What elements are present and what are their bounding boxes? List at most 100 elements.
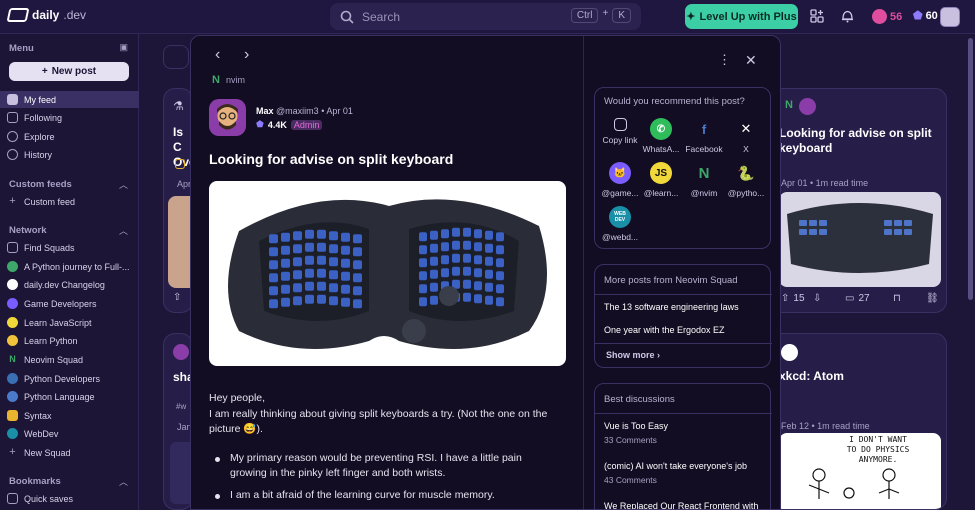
sidebar-item-following[interactable]: Following [0, 109, 139, 126]
sidebar-item-find-squads[interactable]: Find Squads [0, 239, 139, 256]
feed-settings-button[interactable] [163, 45, 189, 69]
discussion-item[interactable]: (comic) AI won't take everyone's job 43 … [595, 461, 772, 485]
next-post-icon[interactable]: › [244, 46, 249, 64]
feed-card-left-2[interactable]: sha #w Jan [163, 333, 193, 510]
post-image[interactable] [209, 181, 566, 366]
upvote-button[interactable]: ⇧ 15 [781, 293, 805, 304]
search-placeholder: Search [362, 9, 401, 24]
sidebar-item-python-language[interactable]: Python Language [0, 388, 139, 405]
post-date: Apr 01 [326, 106, 353, 116]
sidebar-item-custom-feed[interactable]: + Custom feed [0, 193, 139, 210]
divider [595, 294, 772, 295]
feed-card-meta: Feb 12 • 1m read time [781, 421, 870, 431]
sidebar-item-my-feed[interactable]: My feed [0, 91, 139, 108]
sidebar-item-new-squad[interactable]: + New Squad [0, 444, 139, 461]
link-icon[interactable]: ⛓ [926, 293, 939, 304]
share-squad-webdev[interactable]: WEB DEV @webd... [600, 206, 640, 242]
discussion-title: (comic) AI won't take everyone's job [604, 461, 747, 471]
author-avatar[interactable] [209, 99, 246, 136]
more-posts-heading: More posts from Neovim Squad [604, 275, 738, 286]
chevron-up-icon[interactable]: ︿ [119, 475, 128, 488]
more-post-link[interactable]: The 13 software engineering laws [595, 302, 772, 312]
share-squad-game[interactable]: 🐱 @game... [600, 162, 640, 198]
sidebar-item-explore[interactable]: Explore [0, 128, 139, 145]
sidebar-item-changelog[interactable]: daily.dev Changelog [0, 276, 139, 293]
best-discussions-box: Best discussions Vue is Too Easy 33 Comm… [594, 383, 772, 510]
close-icon[interactable]: ✕ [745, 52, 757, 69]
streak-counter[interactable]: 56 [872, 9, 902, 24]
chevron-right-icon: › [657, 350, 661, 360]
bookmark-icon[interactable]: ⊓ [893, 293, 901, 304]
share-squad-nvim[interactable]: N @nvim [684, 162, 724, 199]
divider [595, 413, 772, 414]
author-reputation: ⬟ 4.4K Admin [256, 119, 323, 130]
javascript-icon: JS [650, 162, 672, 184]
comments-button[interactable]: ▭ 27 [845, 293, 870, 304]
sidebar-item-python-developers[interactable]: Python Developers [0, 370, 139, 387]
neovim-icon: N [785, 99, 793, 111]
discussion-item[interactable]: Vue is Too Easy 33 Comments [595, 421, 772, 445]
neovim-icon: N [212, 74, 220, 86]
more-options-icon[interactable]: ⋮ [718, 52, 731, 68]
share-facebook[interactable]: f Facebook [684, 118, 724, 155]
new-post-button[interactable]: + New post [9, 62, 129, 81]
sidebar-item-learn-python[interactable]: Learn Python [0, 332, 139, 349]
squads-grid-icon[interactable] [807, 6, 827, 26]
xkcd-avatar [781, 344, 798, 361]
sidebar-item-learn-javascript[interactable]: Learn JavaScript [0, 314, 139, 331]
feed-card-right-2[interactable]: xkcd: Atom Feb 12 • 1m read time I DON'T… [770, 333, 947, 510]
squad-avatar [7, 298, 18, 309]
previous-post-icon[interactable]: ‹ [215, 46, 220, 64]
comic-image: I DON'T WANT TO DO PHYSICS ANYMORE. [779, 433, 941, 509]
squads-icon [7, 242, 18, 253]
upvote-icon[interactable]: ⇧ [173, 292, 181, 303]
feed-card-left[interactable]: ⚗ Is C Ove Apr ⇧ [163, 88, 193, 313]
whatsapp-icon: ✆ [650, 118, 672, 140]
discussion-title: We Replaced Our React Frontend with [604, 501, 759, 510]
share-x[interactable]: ✕ X [726, 118, 766, 154]
daily-dev-logo[interactable]: daily .dev [6, 8, 86, 22]
sidebar-item-webdev[interactable]: WebDev [0, 425, 139, 442]
search-bar[interactable]: Search Ctrl + K [330, 3, 641, 30]
discussion-comments: 33 Comments [604, 435, 657, 445]
squad-tag[interactable]: N nvim [212, 74, 245, 86]
chevron-up-icon[interactable]: ︿ [119, 224, 128, 237]
chevron-up-icon[interactable]: ︿ [119, 178, 128, 191]
sparkle-icon: ✦ [686, 11, 696, 23]
bell-icon[interactable] [837, 6, 857, 26]
separator-dot: • [321, 106, 325, 116]
post-bullet-2: I am a bit afraid of the learning curve … [215, 488, 560, 503]
share-copy-link[interactable]: Copy link [600, 118, 640, 145]
kbd-plus: + [602, 8, 609, 19]
share-squad-python[interactable]: 🐍 @pytho... [726, 162, 766, 199]
discussion-item[interactable]: We Replaced Our React Frontend with [595, 501, 772, 510]
flame-icon [872, 9, 887, 24]
sidebar-item-quick-saves[interactable]: Quick saves [0, 490, 139, 507]
collapse-sidebar-icon[interactable]: ▣ [119, 42, 128, 53]
share-squad-learn[interactable]: JS @learn... [641, 162, 681, 198]
more-post-link[interactable]: One year with the Ergodox EZ [595, 325, 772, 335]
compass-icon [7, 131, 18, 142]
feed-card-meta: Apr 01 • 1m read time [781, 178, 869, 188]
feed-card-right[interactable]: N Looking for advise on split keyboard A… [770, 88, 947, 313]
author-name[interactable]: Max [256, 106, 274, 116]
game-squad-icon: 🐱 [609, 162, 631, 184]
sidebar-item-neovim-squad[interactable]: N Neovim Squad [0, 351, 139, 368]
bookmark-icon [7, 493, 18, 504]
network-heading: Network [9, 225, 47, 236]
downvote-icon[interactable]: ⇩ [813, 293, 821, 304]
level-up-button[interactable]: ✦ Level Up with Plus [685, 4, 798, 29]
sidebar-item-game-developers[interactable]: Game Developers [0, 295, 139, 312]
top-bar: daily .dev Search Ctrl + K ✦ Level Up with P… [0, 0, 975, 34]
share-whatsapp[interactable]: ✆ WhatsA... [641, 118, 681, 154]
sidebar-item-syntax[interactable]: Syntax [0, 407, 139, 424]
show-more-button[interactable]: Show more › [595, 350, 772, 360]
sidebar-item-history[interactable]: History [0, 146, 139, 163]
squad-avatar [7, 428, 18, 439]
reputation-counter[interactable]: ⬟ 60 [913, 9, 938, 23]
plus-icon: + [9, 446, 16, 458]
following-icon [7, 112, 18, 123]
sidebar-item-python-journey[interactable]: A Python journey to Full-... [0, 258, 139, 275]
scrollbar-thumb[interactable] [968, 38, 973, 300]
user-avatar[interactable] [940, 7, 960, 27]
